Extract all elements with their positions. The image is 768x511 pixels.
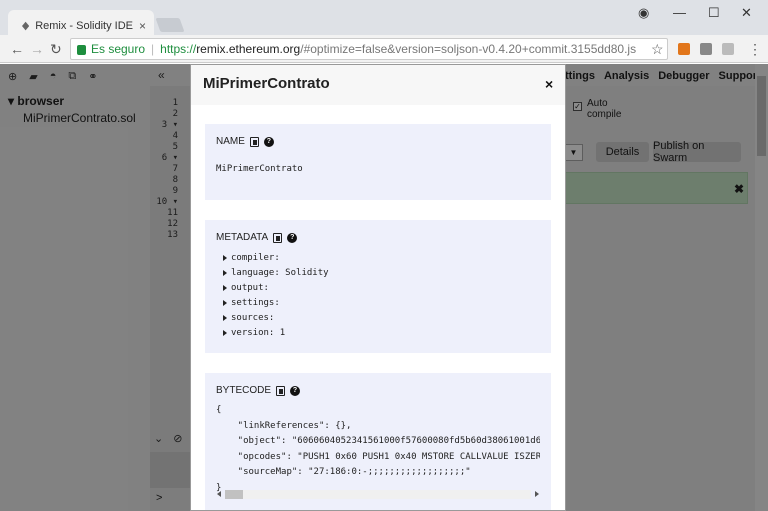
expand-arrow-icon[interactable] [223,284,227,291]
metadata-node-label: settings: [231,297,280,308]
minimize-button[interactable]: — [673,5,686,20]
help-icon[interactable]: ? [263,136,274,147]
browser-tab-bar: Remix - Solidity IDE × ◉ — ☐ ✕ [0,0,768,35]
contract-details-modal: MiPrimerContrato × NAME ? MiPrimerContra… [190,64,566,511]
secure-label: Es seguro [91,42,146,56]
url-separator: | [151,42,155,56]
expand-arrow-icon[interactable] [223,314,227,321]
scroll-right-arrow-icon[interactable] [535,491,539,497]
bytecode-header: BYTECODE ? [216,385,301,396]
expand-arrow-icon[interactable] [223,269,227,276]
account-icon[interactable]: ◉ [638,5,649,21]
url-scheme: https:// [160,42,197,56]
copy-icon[interactable] [249,136,259,147]
name-label: NAME [216,136,245,147]
bytecode-label: BYTECODE [216,385,272,396]
remix-favicon-icon [22,21,30,30]
extension-icon[interactable] [722,43,734,55]
bytecode-horizontal-scrollbar[interactable] [217,490,541,500]
scroll-track[interactable] [225,490,531,499]
scroll-left-arrow-icon[interactable] [217,491,221,497]
metadata-node-label: output: [231,282,269,293]
reload-button[interactable]: ↻ [50,41,62,58]
metadata-node[interactable]: sources: [223,310,329,325]
name-header: NAME ? [216,136,274,147]
metadata-header: METADATA ? [216,232,298,243]
help-icon[interactable]: ? [290,385,301,396]
maximize-button[interactable]: ☐ [708,5,720,21]
close-window-button[interactable]: ✕ [741,5,752,21]
back-button[interactable]: ← [10,41,24,57]
metadata-label: METADATA [216,232,269,243]
lock-icon [77,45,86,55]
metadata-node-label: compiler: [231,252,280,263]
url-path: /#optimize=false&version=soljson-v0.4.20… [300,42,637,56]
copy-icon[interactable] [276,385,286,396]
new-tab-button[interactable] [155,18,185,32]
copy-icon[interactable] [273,232,283,243]
metadata-node-label: language: Solidity [231,267,329,278]
metadata-tree: compiler: language: Solidity output: set… [223,250,329,340]
metadata-section: METADATA ? compiler: language: Solidity … [205,220,551,353]
bookmark-star-icon[interactable]: ☆ [651,41,664,58]
expand-arrow-icon[interactable] [223,329,227,336]
bytecode-json: { "linkReferences": {}, "object": "60606… [216,405,540,493]
metadata-node[interactable]: settings: [223,295,329,310]
address-bar: ← → ↻ Es seguro | https:// remix.ethereu… [0,35,768,63]
expand-arrow-icon[interactable] [223,254,227,261]
modal-title: MiPrimerContrato [203,75,330,92]
contract-name-value: MiPrimerContrato [216,164,303,174]
help-icon[interactable]: ? [287,232,298,243]
modal-close-button[interactable]: × [545,76,553,92]
metadata-node-label: version: 1 [231,327,286,338]
name-section: NAME ? MiPrimerContrato [205,124,551,200]
metadata-node[interactable]: compiler: [223,250,329,265]
metadata-node[interactable]: language: Solidity [223,265,329,280]
metamask-extension-icon[interactable] [678,43,690,55]
tab-title: Remix - Solidity IDE [35,19,133,32]
metadata-node[interactable]: output: [223,280,329,295]
bytecode-section: BYTECODE ? { "linkReferences": {}, "obje… [205,373,551,510]
forward-button[interactable]: → [30,41,44,57]
expand-arrow-icon[interactable] [223,299,227,306]
tab-close-icon[interactable]: × [139,19,146,33]
metadata-node[interactable]: version: 1 [223,325,329,340]
scroll-thumb[interactable] [225,490,243,499]
browser-tab[interactable]: Remix - Solidity IDE × [8,10,154,35]
browser-menu-icon[interactable]: ⋮ [748,41,762,58]
metadata-node-label: sources: [231,312,275,323]
extension-icon[interactable] [700,43,712,55]
url-input[interactable]: Es seguro | https:// remix.ethereum.org … [70,38,668,60]
url-host: remix.ethereum.org [196,42,301,56]
